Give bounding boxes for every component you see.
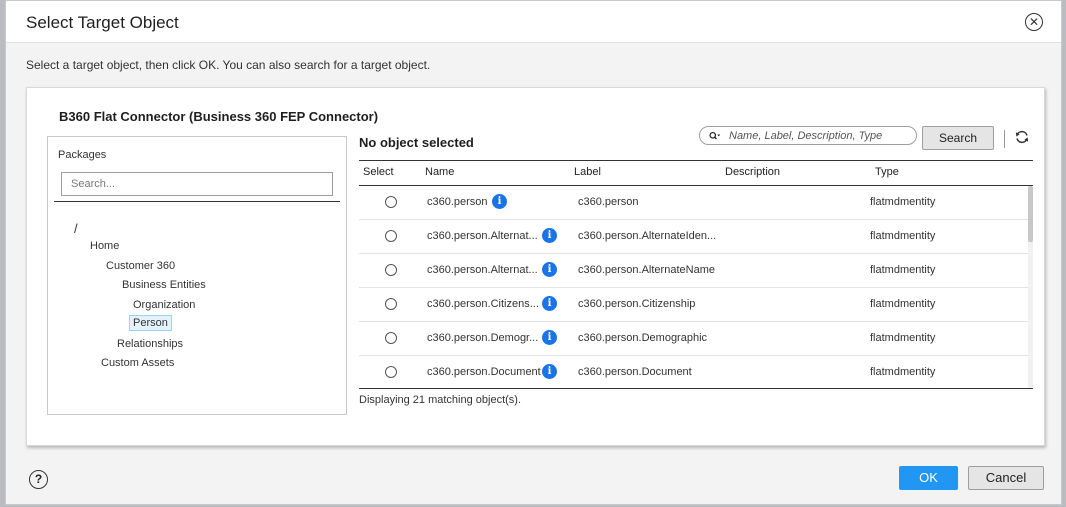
tree-node-organization[interactable]: Organization bbox=[133, 299, 195, 311]
refresh-icon[interactable] bbox=[1014, 129, 1030, 145]
row-label: c360.person.Demographic bbox=[578, 332, 708, 344]
column-header-description: Description bbox=[725, 166, 781, 178]
packages-label: Packages bbox=[58, 149, 107, 161]
target-object-panel: B360 Flat Connector (Business 360 FEP Co… bbox=[26, 87, 1045, 446]
tree-node-customer-360[interactable]: Customer 360 bbox=[106, 260, 175, 272]
table-row[interactable]: c360.person.Document i c360.person.Docum… bbox=[359, 356, 1033, 390]
table-row[interactable]: c360.person.Alternat... i c360.person.Al… bbox=[359, 254, 1033, 288]
row-type: flatmdmentity bbox=[870, 230, 936, 242]
table-top-border bbox=[359, 160, 1033, 161]
row-type: flatmdmentity bbox=[870, 332, 936, 344]
dialog-header: Select Target Object ✕ bbox=[6, 1, 1061, 43]
column-header-name: Name bbox=[425, 166, 455, 178]
row-name: c360.person.Alternat... bbox=[427, 230, 538, 242]
row-type: flatmdmentity bbox=[870, 196, 936, 208]
row-label: c360.person.AlternateIden... bbox=[578, 230, 717, 242]
info-icon[interactable]: i bbox=[542, 364, 557, 379]
info-icon[interactable]: i bbox=[542, 262, 557, 277]
row-name: c360.person.Document bbox=[427, 366, 541, 378]
row-select-radio[interactable] bbox=[385, 332, 397, 344]
dialog-title: Select Target Object bbox=[26, 13, 179, 32]
table-row[interactable]: c360.person i c360.person flatmdmentity bbox=[359, 186, 1033, 220]
object-search-field[interactable] bbox=[699, 126, 917, 145]
row-select-radio[interactable] bbox=[385, 366, 397, 378]
object-search-input[interactable] bbox=[729, 128, 909, 143]
table-bottom-border bbox=[359, 388, 1033, 389]
tree-node-relationships[interactable]: Relationships bbox=[117, 338, 183, 350]
row-label: c360.person.Document bbox=[578, 366, 692, 378]
packages-divider bbox=[54, 201, 340, 202]
help-icon[interactable]: ? bbox=[29, 470, 48, 489]
packages-search-input[interactable] bbox=[61, 172, 333, 196]
row-select-radio[interactable] bbox=[385, 298, 397, 310]
table-scrollbar-thumb[interactable] bbox=[1028, 186, 1033, 242]
select-target-object-dialog: Select Target Object ✕ Select a target o… bbox=[5, 0, 1062, 505]
column-header-select: Select bbox=[363, 166, 394, 178]
row-label: c360.person.AlternateName bbox=[578, 264, 715, 276]
instruction-text: Select a target object, then click OK. Y… bbox=[26, 58, 431, 72]
tree-node-business-entities[interactable]: Business Entities bbox=[122, 279, 206, 291]
row-name: c360.person.Citizens... bbox=[427, 298, 539, 310]
row-type: flatmdmentity bbox=[870, 298, 936, 310]
selection-status: No object selected bbox=[359, 135, 474, 150]
cancel-button[interactable]: Cancel bbox=[968, 466, 1044, 490]
table-row[interactable]: c360.person.Demogr... i c360.person.Demo… bbox=[359, 322, 1033, 356]
tree-node-person[interactable]: Person bbox=[129, 315, 172, 331]
tree-node-home[interactable]: Home bbox=[90, 240, 119, 252]
row-select-radio[interactable] bbox=[385, 264, 397, 276]
table-row[interactable]: c360.person.Citizens... i c360.person.Ci… bbox=[359, 288, 1033, 322]
info-icon[interactable]: i bbox=[542, 296, 557, 311]
search-button[interactable]: Search bbox=[922, 126, 994, 150]
row-name: c360.person.Alternat... bbox=[427, 264, 538, 276]
tree-node-root[interactable]: / bbox=[74, 221, 78, 236]
column-header-label: Label bbox=[574, 166, 601, 178]
info-icon[interactable]: i bbox=[542, 228, 557, 243]
ok-button[interactable]: OK bbox=[899, 466, 958, 490]
row-type: flatmdmentity bbox=[870, 264, 936, 276]
packages-panel: Packages / Home Customer 360 Business En… bbox=[47, 136, 347, 415]
toolbar-divider bbox=[1004, 130, 1005, 148]
row-name: c360.person bbox=[427, 196, 488, 208]
tree-node-custom-assets[interactable]: Custom Assets bbox=[101, 357, 174, 369]
row-select-radio[interactable] bbox=[385, 196, 397, 208]
close-icon[interactable]: ✕ bbox=[1025, 13, 1043, 31]
connection-title: B360 Flat Connector (Business 360 FEP Co… bbox=[59, 109, 379, 124]
row-label: c360.person bbox=[578, 196, 639, 208]
table-row[interactable]: c360.person.Alternat... i c360.person.Al… bbox=[359, 220, 1033, 254]
info-icon[interactable]: i bbox=[492, 194, 507, 209]
row-type: flatmdmentity bbox=[870, 366, 936, 378]
column-header-type: Type bbox=[875, 166, 899, 178]
row-label: c360.person.Citizenship bbox=[578, 298, 696, 310]
search-icon[interactable] bbox=[709, 130, 721, 142]
row-name: c360.person.Demogr... bbox=[427, 332, 539, 344]
matching-count-text: Displaying 21 matching object(s). bbox=[359, 394, 522, 406]
row-select-radio[interactable] bbox=[385, 230, 397, 242]
info-icon[interactable]: i bbox=[542, 330, 557, 345]
